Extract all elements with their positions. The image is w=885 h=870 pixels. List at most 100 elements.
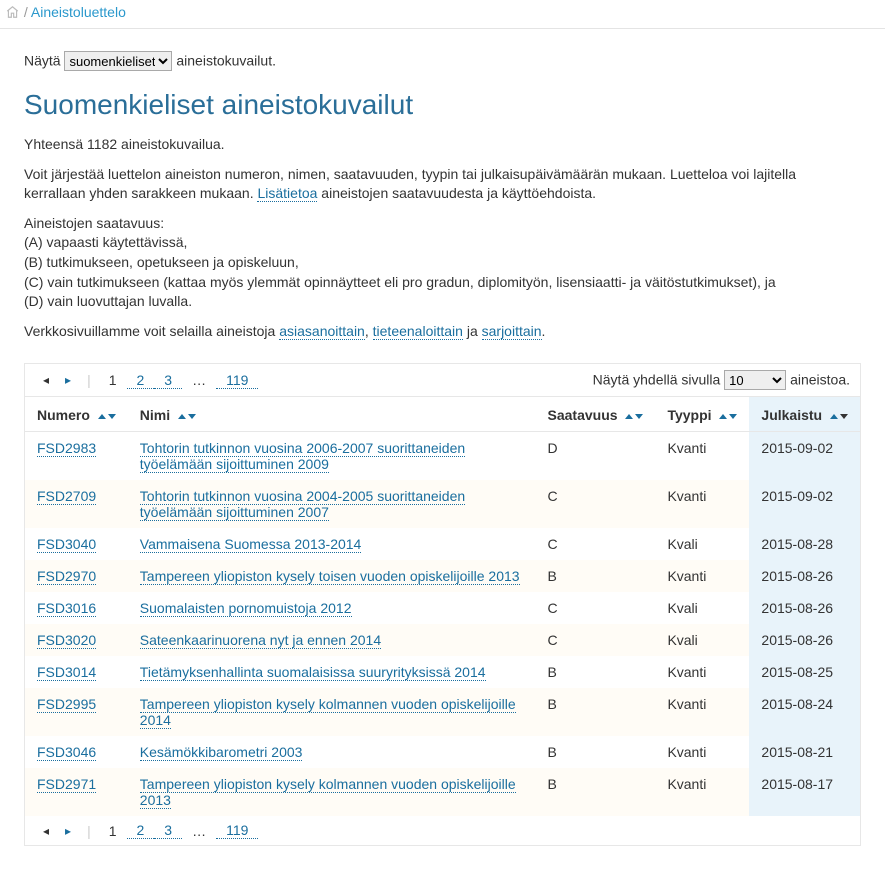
sort-asc-icon[interactable] [830,414,838,419]
sort-desc-icon[interactable] [108,414,116,419]
availability-legend: Aineistojen saatavuus: (A) vapaasti käyt… [24,214,861,312]
breadcrumb-separator: / [24,4,28,20]
dataset-id-link[interactable]: FSD3040 [37,536,96,553]
pager-prev[interactable]: ◂ [35,373,57,387]
language-select[interactable]: suomenkieliset [64,51,172,71]
dataset-id-link[interactable]: FSD3016 [37,600,96,617]
published-date: 2015-08-28 [749,528,860,560]
type-value: Kvanti [655,688,749,736]
published-date: 2015-08-25 [749,656,860,688]
sort-asc-icon[interactable] [625,414,633,419]
table-row: FSD3014 Tietämyksenhallinta suomalaisissa… [25,656,860,688]
dataset-id-link[interactable]: FSD2995 [37,696,96,713]
dataset-name-link[interactable]: Kesämökkibarometri 2003 [140,744,303,761]
pager-next[interactable]: ▸ [57,824,79,838]
pager-separator: | [79,823,99,839]
pager-page-current: 1 [99,823,127,839]
per-page-control: Näytä yhdellä sivulla 10 aineistoa. [593,370,850,390]
table-row: FSD3040 Vammaisena Suomessa 2013-2014 CKva… [25,528,860,560]
availability-value: C [536,624,656,656]
dataset-name-link[interactable]: Tampereen yliopiston kysely kolmannen vu… [140,776,516,809]
browse-by-discipline[interactable]: tieteenaloittain [373,323,463,340]
pager-page-current: 1 [99,372,127,388]
type-value: Kvanti [655,480,749,528]
published-date: 2015-09-02 [749,480,860,528]
browse-paragraph: Verkkosivuillamme voit selailla aineisto… [24,322,861,342]
pager-separator: | [79,372,99,388]
col-header-type: Tyyppi [655,397,749,432]
sort-asc-icon[interactable] [719,414,727,419]
type-value: Kvanti [655,560,749,592]
pager-prev[interactable]: ◂ [35,824,57,838]
col-header-name: Nimi [128,397,536,432]
browse-by-series[interactable]: sarjoittain [482,323,542,340]
filter-suffix: aineistokuvailut. [176,53,276,69]
col-header-number: Numero [25,397,128,432]
data-table-container: ◂ ▸ | 1 2 3 … 119 Näytä yhdellä sivulla … [24,363,861,846]
dataset-name-link[interactable]: Sateenkaarinuorena nyt ja ennen 2014 [140,632,381,649]
dataset-name-link[interactable]: Tietämyksenhallinta suomalaisissa suuryr… [140,664,486,681]
availability-value: C [536,528,656,560]
sort-asc-icon[interactable] [178,414,186,419]
availability-value: B [536,768,656,816]
availability-value: B [536,656,656,688]
browse-by-keyword[interactable]: asiasanoittain [279,323,365,340]
type-value: Kvanti [655,736,749,768]
dataset-name-link[interactable]: Tohtorin tutkinnon vuosina 2004-2005 suo… [140,488,465,521]
dataset-id-link[interactable]: FSD3014 [37,664,96,681]
sort-asc-icon[interactable] [98,414,106,419]
col-header-published: Julkaistu [749,397,860,432]
pager-page-last[interactable]: 119 [216,822,258,839]
table-row: FSD2983 Tohtorin tutkinnon vuosina 2006-2… [25,432,860,481]
pager-ellipsis: … [182,372,216,388]
availability-value: B [536,560,656,592]
per-page-select[interactable]: 10 [724,370,786,390]
table-row: FSD3020 Sateenkaarinuorena nyt ja ennen 2… [25,624,860,656]
dataset-id-link[interactable]: FSD3020 [37,632,96,649]
pager-page-last[interactable]: 119 [216,372,258,389]
pager-ellipsis: … [182,823,216,839]
type-value: Kvali [655,624,749,656]
dataset-id-link[interactable]: FSD2971 [37,776,96,793]
dataset-name-link[interactable]: Tohtorin tutkinnon vuosina 2006-2007 suo… [140,440,465,473]
breadcrumb: / Aineistoluettelo [0,0,885,29]
filter-prefix: Näytä [24,53,61,69]
published-date: 2015-08-26 [749,624,860,656]
dataset-name-link[interactable]: Tampereen yliopiston kysely kolmannen vu… [140,696,516,729]
pager-page-link[interactable]: 3 [154,372,182,389]
type-value: Kvanti [655,432,749,481]
type-value: Kvali [655,528,749,560]
more-info-link[interactable]: Lisätietoa [257,185,317,202]
sort-desc-icon[interactable] [840,414,848,419]
sort-desc-icon[interactable] [188,414,196,419]
dataset-id-link[interactable]: FSD2970 [37,568,96,585]
pager-page-link[interactable]: 2 [127,372,155,389]
sort-desc-icon[interactable] [729,414,737,419]
col-header-availability: Saatavuus [536,397,656,432]
availability-value: B [536,688,656,736]
table-row: FSD2709 Tohtorin tutkinnon vuosina 2004-2… [25,480,860,528]
published-date: 2015-08-17 [749,768,860,816]
pager-next[interactable]: ▸ [57,373,79,387]
published-date: 2015-08-26 [749,592,860,624]
dataset-name-link[interactable]: Tampereen yliopiston kysely toisen vuode… [140,568,520,585]
pager-page-link[interactable]: 3 [154,822,182,839]
dataset-name-link[interactable]: Suomalaisten pornomuistoja 2012 [140,600,352,617]
published-date: 2015-08-21 [749,736,860,768]
dataset-id-link[interactable]: FSD2983 [37,440,96,457]
published-date: 2015-08-24 [749,688,860,736]
dataset-id-link[interactable]: FSD3046 [37,744,96,761]
breadcrumb-link[interactable]: Aineistoluettelo [31,4,126,20]
dataset-name-link[interactable]: Vammaisena Suomessa 2013-2014 [140,536,362,553]
availability-value: C [536,480,656,528]
availability-value: C [536,592,656,624]
data-table: Numero Nimi Saatavuu [25,396,860,816]
pager-top: ◂ ▸ | 1 2 3 … 119 Näytä yhdellä sivulla … [25,364,860,396]
home-icon[interactable] [5,4,24,20]
availability-value: B [536,736,656,768]
sort-desc-icon[interactable] [635,414,643,419]
table-row: FSD3046 Kesämökkibarometri 2003 BKvanti201… [25,736,860,768]
dataset-id-link[interactable]: FSD2709 [37,488,96,505]
pager-page-link[interactable]: 2 [127,822,155,839]
availability-value: D [536,432,656,481]
